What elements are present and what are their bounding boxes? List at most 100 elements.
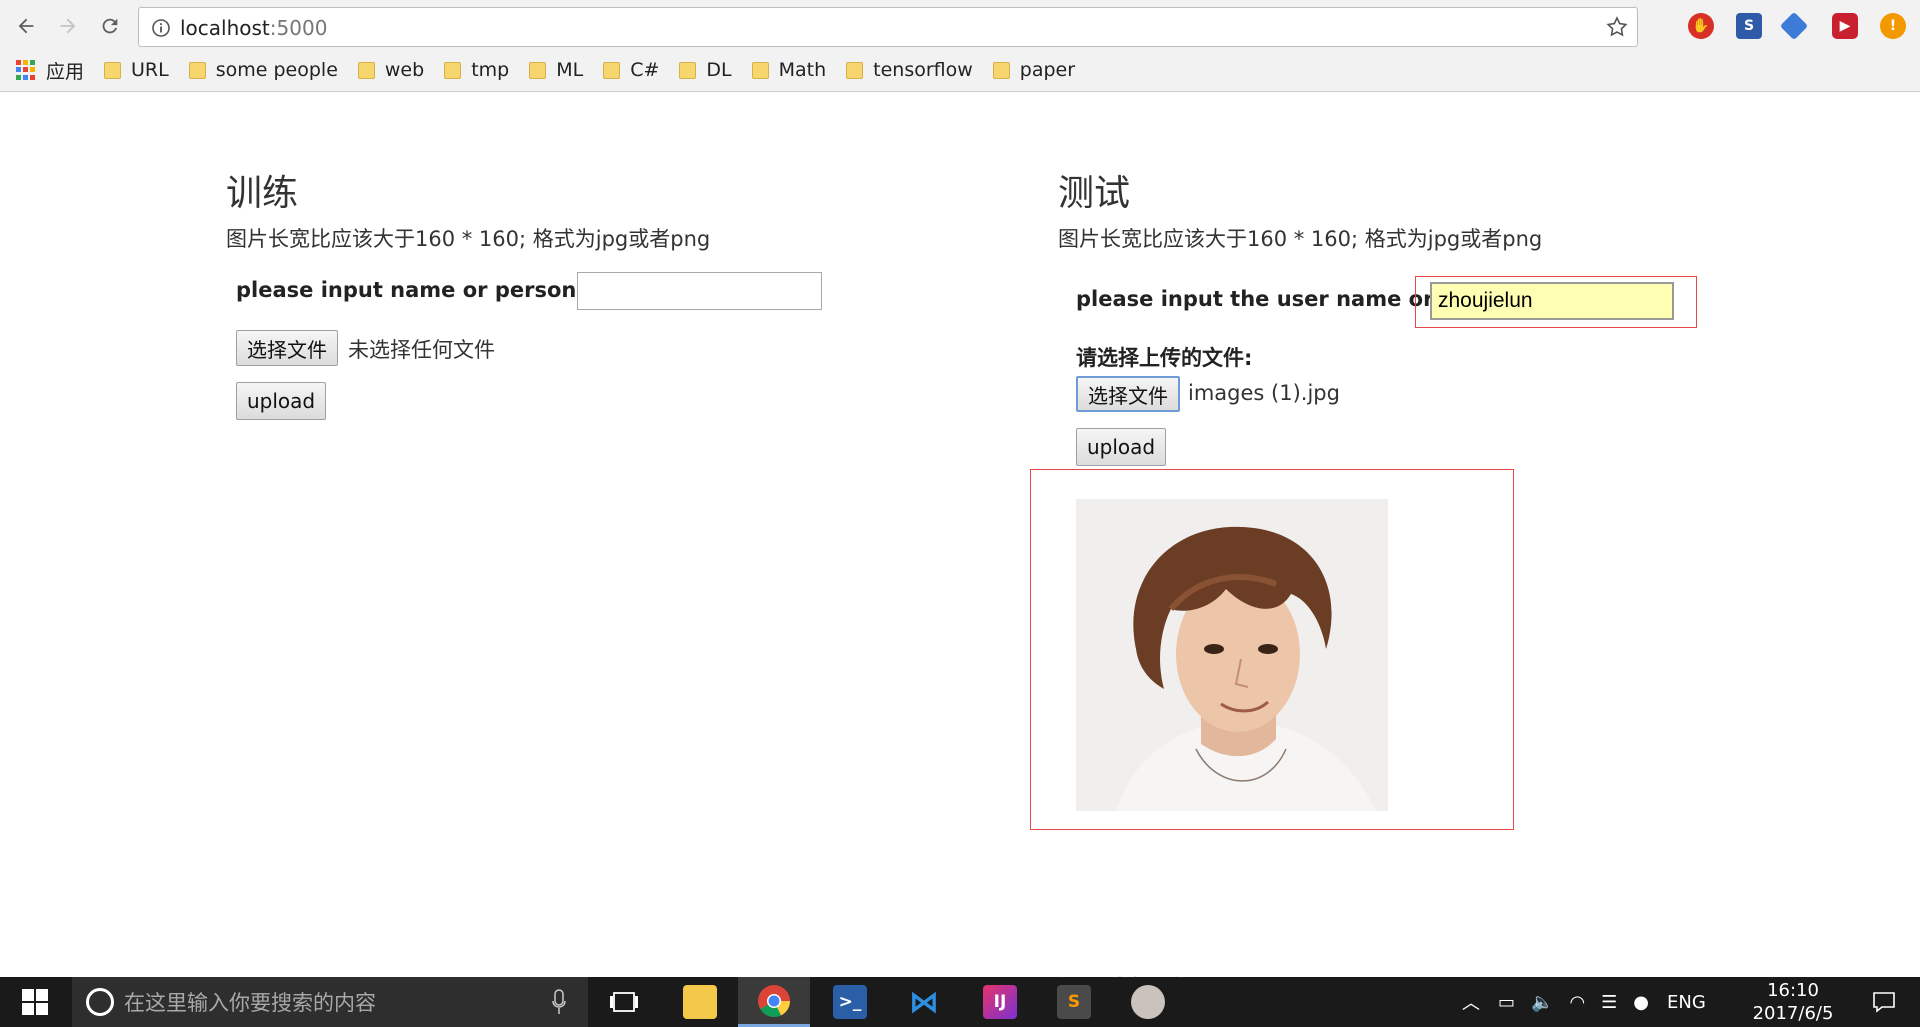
test-hint: 图片长宽比应该大于160 * 160; 格式为jpg或者png [1058, 227, 1543, 251]
bookmark-label: Math [778, 59, 827, 81]
folder-icon [188, 61, 206, 79]
train-name-label: please input name or person id: [236, 278, 615, 302]
bookmark-apps[interactable]: 应用 [16, 57, 84, 84]
bookmark-tensorflow[interactable]: tensorflow [846, 59, 973, 81]
face-portrait-icon [1076, 499, 1388, 811]
bookmark-label: tensorflow [873, 59, 973, 81]
bookmark-tmp[interactable]: tmp [444, 59, 509, 81]
battery-icon[interactable]: ▭ [1498, 992, 1515, 1013]
action-center-button[interactable] [1848, 977, 1920, 1027]
microphone-icon[interactable] [552, 989, 566, 1015]
avatar-icon [1131, 985, 1165, 1019]
qq-tray-icon[interactable]: ● [1633, 992, 1649, 1013]
wifi-icon[interactable]: ◠ [1569, 992, 1585, 1013]
bookmark-some-people[interactable]: some people [188, 59, 338, 81]
train-hint: 图片长宽比应该大于160 * 160; 格式为jpg或者png [226, 227, 711, 251]
cortana-icon [86, 988, 114, 1016]
bookmark-label: tmp [471, 59, 510, 81]
media-extension-icon[interactable]: ▶ [1832, 13, 1858, 39]
folder-icon [104, 61, 122, 79]
system-tray: ︿ ▭ 🔈 ◠ ☰ ● ENG [1462, 977, 1706, 1027]
bookmark-url[interactable]: URL [104, 59, 169, 81]
start-button[interactable] [0, 977, 70, 1027]
back-button[interactable] [10, 10, 42, 42]
folder-icon [357, 61, 375, 79]
folder-icon [603, 61, 621, 79]
train-name-input[interactable] [577, 272, 822, 310]
bookmark-label: web [384, 59, 425, 81]
folder-icon [529, 61, 547, 79]
folder-icon [679, 61, 697, 79]
chevron-up-icon[interactable]: ︿ [1462, 989, 1480, 1015]
sublime-icon: S [1057, 985, 1091, 1019]
reload-icon [102, 18, 118, 34]
abs-extension-icon[interactable]: S [1736, 13, 1762, 39]
url-port: :5000 [269, 16, 328, 40]
task-view-icon [610, 992, 638, 1012]
test-name-input[interactable] [1430, 282, 1674, 320]
search-placeholder: 在这里输入你要搜索的内容 [124, 991, 376, 1015]
info-icon[interactable] [151, 18, 171, 38]
uploaded-face-photo [1076, 499, 1388, 811]
vscode-app[interactable]: ⋈ [888, 977, 960, 1027]
powershell-icon: >_ [833, 985, 867, 1019]
bookmark-paper[interactable]: paper [992, 59, 1076, 81]
bookmark-web[interactable]: web [357, 59, 425, 81]
apps-grid-icon [16, 60, 36, 80]
taskbar-search-box[interactable]: 在这里输入你要搜索的内容 [72, 977, 588, 1027]
address-bar[interactable]: localhost:5000 [138, 7, 1638, 47]
folder-icon [846, 61, 864, 79]
bookmark-label: 应用 [46, 60, 85, 83]
clock[interactable]: 16:10 2017/6/5 [1738, 979, 1848, 1025]
chrome-icon [758, 984, 790, 1017]
windows-logo-icon [22, 989, 48, 1015]
bookmark-csharp[interactable]: C# [603, 59, 659, 81]
bookmark-label: some people [215, 59, 338, 81]
reload-button[interactable] [94, 10, 126, 42]
folder-icon [444, 61, 462, 79]
forward-arrow-icon [60, 18, 76, 34]
language-indicator[interactable]: ENG [1667, 992, 1706, 1013]
bookmark-math[interactable]: Math [751, 59, 827, 81]
windows-taskbar: 在这里输入你要搜索的内容 >_ ⋈ IJ S ︿ ▭ 🔈 ◠ ☰ ● ENG 1… [0, 977, 1920, 1027]
chrome-app[interactable] [738, 977, 810, 1027]
vscode-icon: ⋈ [909, 984, 939, 1020]
train-choose-file-button[interactable]: 选择文件 [236, 330, 338, 366]
bookmark-label: paper [1019, 59, 1076, 81]
url-host: localhost [180, 16, 270, 40]
train-file-status: 未选择任何文件 [348, 338, 495, 362]
clock-time: 16:10 [1767, 980, 1819, 1001]
bookmark-label: URL [131, 59, 169, 81]
test-choose-file-button[interactable]: 选择文件 [1076, 376, 1180, 412]
qq-app[interactable] [1112, 977, 1184, 1027]
notification-icon [1873, 992, 1895, 1013]
sublime-app[interactable]: S [1038, 977, 1110, 1027]
file-explorer-app[interactable] [664, 977, 736, 1027]
note-icon[interactable]: ☰ [1601, 992, 1617, 1013]
folder-app-icon [683, 985, 717, 1019]
adblock-extension-icon[interactable]: ✋ [1688, 13, 1714, 39]
intellij-icon: IJ [983, 985, 1017, 1019]
bookmark-label: DL [706, 59, 732, 81]
train-upload-button[interactable]: upload [236, 382, 327, 420]
volume-icon[interactable]: 🔈 [1531, 992, 1553, 1013]
forward-button[interactable] [52, 10, 84, 42]
bookmark-ml[interactable]: ML [529, 59, 583, 81]
diamond-extension-icon[interactable] [1779, 11, 1809, 41]
bookmark-star-icon[interactable] [1605, 15, 1629, 39]
back-arrow-icon [18, 18, 34, 34]
bookmark-dl[interactable]: DL [679, 59, 732, 81]
folder-icon [751, 61, 769, 79]
bookmark-label: ML [556, 59, 584, 81]
test-file-label: 请选择上传的文件: [1076, 346, 1253, 370]
clock-date: 2017/6/5 [1752, 1003, 1834, 1024]
task-view-button[interactable] [588, 977, 660, 1027]
alert-extension-icon[interactable]: ! [1880, 13, 1906, 39]
url-text[interactable]: localhost:5000 [180, 16, 327, 40]
test-upload-button[interactable]: upload [1076, 428, 1167, 466]
powershell-app[interactable]: >_ [814, 977, 886, 1027]
test-file-status: images (1).jpg [1188, 381, 1340, 405]
test-title: 测试 [1058, 173, 1131, 214]
bookmark-label: C# [630, 59, 660, 81]
intellij-app[interactable]: IJ [964, 977, 1036, 1027]
